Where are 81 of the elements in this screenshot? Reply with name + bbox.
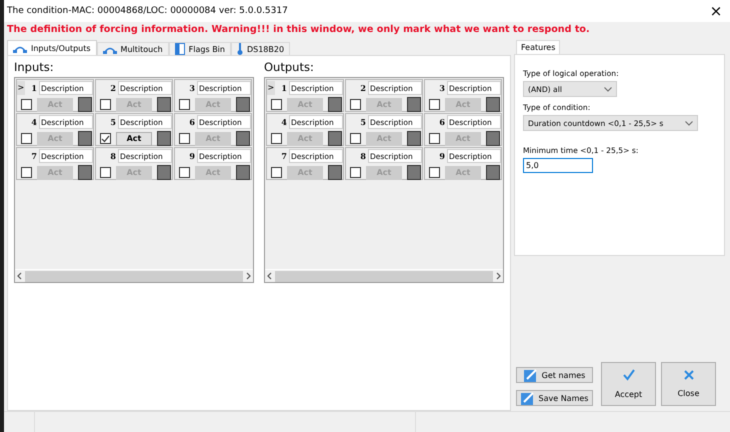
channel-number: 7 (280, 151, 288, 161)
channel-number: 6 (438, 117, 446, 127)
checkbox[interactable] (100, 167, 111, 178)
tab[interactable]: DS18B20 (230, 42, 290, 55)
color-swatch (157, 165, 171, 180)
names-button[interactable]: Save Names (516, 390, 593, 406)
color-swatch (236, 131, 250, 146)
check-icon (622, 369, 634, 381)
checkbox[interactable] (429, 133, 440, 144)
channel-number: 9 (438, 151, 446, 161)
color-swatch (78, 165, 92, 180)
horizontal-scrollbar[interactable] (265, 269, 503, 282)
channel-number: 3 (438, 83, 446, 93)
checkbox[interactable] (100, 133, 111, 144)
tab[interactable]: Flags Bin (168, 42, 231, 55)
channel-number: 8 (359, 151, 367, 161)
tab[interactable]: Multitouch (96, 42, 169, 55)
color-swatch (407, 97, 421, 112)
checkbox[interactable] (179, 167, 190, 178)
features-tab[interactable]: Features (516, 40, 560, 54)
channel-number: 5 (109, 117, 117, 127)
checkbox[interactable] (350, 167, 361, 178)
tab[interactable]: Inputs/Outputs (7, 40, 97, 55)
act-button[interactable]: Act (116, 132, 152, 146)
edit-icon (520, 392, 535, 404)
channel-number: 4 (30, 117, 38, 127)
row-marker: > (267, 81, 275, 95)
horizontal-scrollbar[interactable] (15, 269, 253, 282)
color-swatch (328, 165, 342, 180)
names-button[interactable]: Get names (516, 367, 593, 383)
time-field[interactable]: 5,0 (523, 158, 593, 173)
chevron-down-icon (604, 86, 612, 92)
checkbox[interactable] (100, 99, 111, 110)
checkbox[interactable] (21, 99, 32, 110)
checkbox[interactable] (21, 133, 32, 144)
checkbox[interactable] (179, 99, 190, 110)
close-button[interactable]: × (702, 0, 730, 22)
checkbox[interactable] (350, 133, 361, 144)
checkbox[interactable] (21, 167, 32, 178)
color-swatch (236, 165, 250, 180)
edit-icon (524, 368, 538, 382)
channel-number: 8 (109, 151, 117, 161)
channel-number: 2 (109, 83, 117, 93)
checkbox[interactable] (271, 167, 282, 178)
color-swatch (78, 97, 92, 112)
checkbox[interactable] (429, 167, 440, 178)
thermometer-icon (236, 43, 243, 55)
color-swatch (407, 165, 421, 180)
color-swatch (78, 131, 92, 146)
section-title: Outputs: (264, 59, 315, 76)
chevron-down-icon (685, 120, 693, 126)
checkbox[interactable] (271, 99, 282, 110)
checkbox[interactable] (179, 133, 190, 144)
close-icon (684, 370, 694, 380)
row-marker: > (17, 81, 25, 95)
checkbox[interactable] (271, 133, 282, 144)
channel-number: 5 (359, 117, 367, 127)
channel-number: 1 (30, 83, 38, 93)
accept-button[interactable]: Accept (601, 362, 656, 406)
color-swatch (486, 131, 500, 146)
color-swatch (157, 131, 171, 146)
warning-text: The definition of forcing information. Warning!!! in this window, we only mark what we want to respond to. (6, 23, 591, 37)
window-title: The condition-MAC: 00004868/LOC: 00000084 ver: 5.0.0.5317 (7, 6, 288, 16)
channel-number: 2 (359, 83, 367, 93)
checkbox[interactable] (350, 99, 361, 110)
close-button[interactable]: Close (661, 362, 716, 406)
color-swatch (157, 97, 171, 112)
color-swatch (328, 97, 342, 112)
channel-number: 4 (280, 117, 288, 127)
channel-number: 7 (30, 151, 38, 161)
color-swatch (328, 131, 342, 146)
channel-number: 3 (188, 83, 196, 93)
color-swatch (486, 165, 500, 180)
checkbox[interactable] (429, 99, 440, 110)
channel-number: 6 (188, 117, 196, 127)
channel-number: 1 (280, 83, 288, 93)
section-title: Inputs: (14, 59, 55, 76)
color-swatch (407, 131, 421, 146)
color-swatch (236, 97, 250, 112)
channel-number: 9 (188, 151, 196, 161)
color-swatch (486, 97, 500, 112)
